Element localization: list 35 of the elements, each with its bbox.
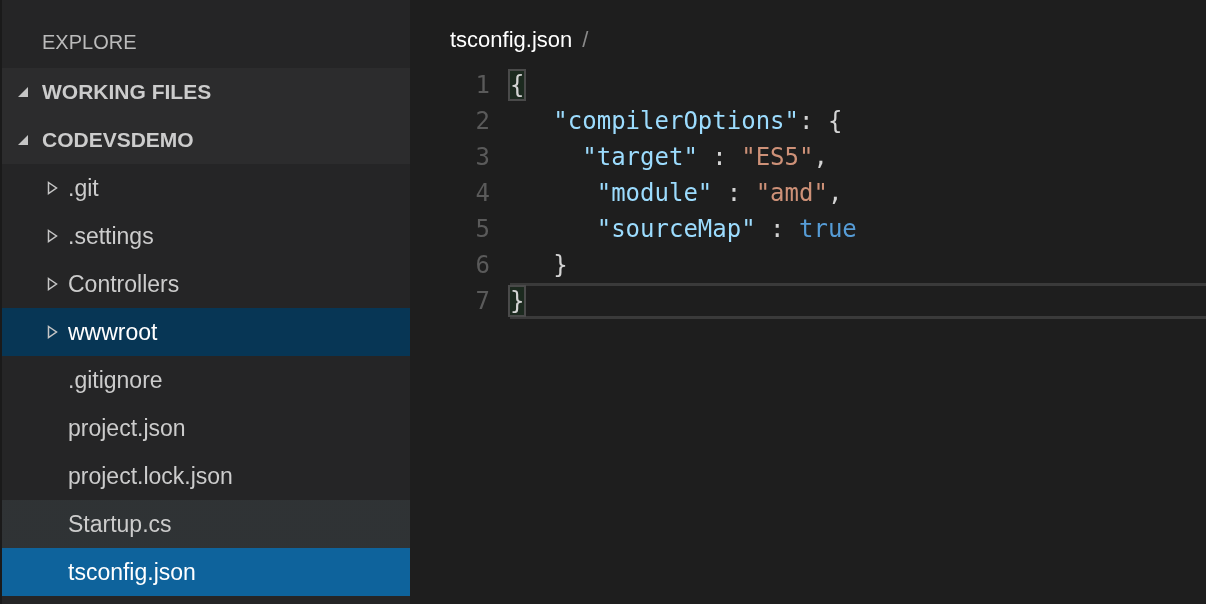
code-line: }	[552, 250, 569, 281]
file-item[interactable]: .gitignore	[2, 356, 410, 404]
breadcrumb-separator: /	[582, 27, 589, 53]
folder-item[interactable]: .git	[2, 164, 410, 212]
file-item[interactable]: project.lock.json	[2, 452, 410, 500]
folder-item[interactable]: wwwroot	[2, 308, 410, 356]
expanded-triangle-icon	[17, 86, 29, 98]
section-label: WORKING FILES	[42, 80, 212, 104]
line-number: 6	[474, 251, 491, 279]
file-item[interactable]: Startup.cs	[2, 500, 410, 548]
section-header[interactable]: CODEVSDEMO	[2, 116, 410, 164]
code-line: "module" : "amd",	[595, 178, 844, 209]
file-item[interactable]: tsconfig.json	[2, 548, 410, 596]
section-label: CODEVSDEMO	[42, 128, 194, 152]
explorer-title: EXPLORE	[41, 30, 138, 55]
line-number: 3	[474, 143, 491, 171]
code-line: "sourceMap" : true	[595, 214, 858, 245]
expanded-triangle-icon	[17, 134, 29, 146]
breadcrumb-file[interactable]: tsconfig.json	[450, 27, 573, 53]
line-number: 4	[474, 179, 491, 207]
code-line: }	[510, 283, 1206, 319]
collapsed-triangle-icon	[47, 181, 58, 195]
line-number: 1	[474, 71, 491, 99]
file-item[interactable]: project.json	[2, 404, 410, 452]
collapsed-triangle-icon	[47, 325, 58, 339]
line-number: 7	[474, 287, 491, 315]
line-number: 2	[474, 107, 491, 135]
code-line: "target" : "ES5",	[581, 142, 829, 173]
collapsed-triangle-icon	[47, 277, 58, 291]
line-number: 5	[474, 215, 491, 243]
folder-item[interactable]: .settings	[2, 212, 410, 260]
code-line: "compilerOptions": {	[552, 106, 844, 137]
folder-item[interactable]: Controllers	[2, 260, 410, 308]
collapsed-triangle-icon	[47, 229, 58, 243]
section-header[interactable]: WORKING FILES	[2, 68, 410, 116]
